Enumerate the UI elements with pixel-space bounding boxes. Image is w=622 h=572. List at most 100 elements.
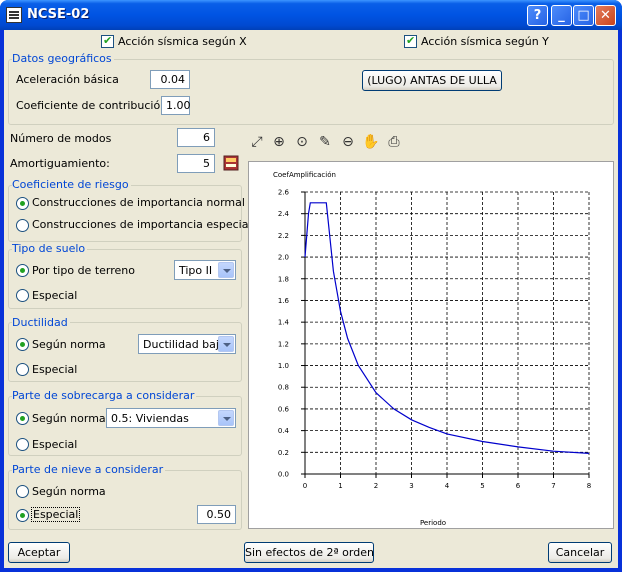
maximize-icon: □ bbox=[577, 8, 590, 23]
y-tick-label: 0.6 bbox=[278, 405, 290, 413]
app-icon bbox=[6, 7, 22, 23]
accion-y-label: Acción sísmica según Y bbox=[421, 35, 549, 48]
riesgo-normal-label: Construcciones de importancia normal bbox=[32, 196, 245, 209]
measure-icon[interactable]: ✎ bbox=[316, 133, 334, 151]
x-tick-label: 1 bbox=[338, 482, 342, 490]
chevron-down-icon bbox=[218, 262, 234, 278]
zoom-window-icon[interactable]: ⊕ bbox=[270, 133, 288, 151]
riesgo-especial-label: Construcciones de importancia especial bbox=[32, 218, 252, 231]
riesgo-group bbox=[8, 185, 242, 242]
x-tick-label: 6 bbox=[516, 482, 521, 490]
close-icon: ✕ bbox=[600, 8, 611, 23]
amortiguamiento-input[interactable]: 5 bbox=[177, 154, 215, 173]
dialog-window: NCSE-02 ? _ □ ✕ Acción sísmica según X A… bbox=[0, 0, 622, 572]
tipo-suelo-select[interactable]: Tipo II bbox=[174, 260, 236, 280]
modos-input[interactable]: 6 bbox=[177, 128, 215, 147]
y-tick-label: 0.8 bbox=[278, 384, 289, 392]
zoom-out-icon[interactable]: ⊖ bbox=[339, 133, 357, 151]
ductilidad-especial-radio[interactable] bbox=[16, 363, 29, 376]
coef-contribucion-label: Coeficiente de contribución bbox=[16, 99, 168, 112]
y-tick-label: 1.8 bbox=[278, 275, 289, 283]
pan-hand-icon[interactable]: ✋ bbox=[362, 133, 380, 151]
spectrum-chart-panel: CoefAmplificación Periodo 0 1 2 3 4 5 6 7 8 0.0 0.… bbox=[248, 161, 614, 529]
ductilidad-especial-label: Especial bbox=[32, 363, 78, 376]
nieve-title: Parte de nieve a considerar bbox=[12, 463, 166, 476]
sobrecarga-especial-label: Especial bbox=[32, 438, 78, 451]
y-tick-label: 2.6 bbox=[278, 189, 290, 197]
zoom-2x-icon[interactable]: ⊙ bbox=[293, 133, 311, 151]
accion-x-label: Acción sísmica según X bbox=[118, 35, 247, 48]
nieve-especial-radio[interactable] bbox=[16, 509, 29, 522]
ductilidad-norma-label: Según norma bbox=[32, 338, 106, 351]
sobrecarga-norma-label: Según norma bbox=[32, 412, 106, 425]
riesgo-title: Coeficiente de riesgo bbox=[12, 178, 131, 191]
sobrecarga-select[interactable]: 0.5: Viviendas bbox=[106, 408, 236, 428]
amortiguamiento-label: Amortiguamiento: bbox=[10, 157, 110, 170]
tipo-suelo-value: Tipo II bbox=[179, 264, 213, 277]
help-button[interactable]: ? bbox=[527, 5, 548, 26]
riesgo-especial-radio[interactable] bbox=[16, 219, 29, 232]
y-tick-label: 1.2 bbox=[278, 340, 289, 348]
aceptar-button[interactable]: Aceptar bbox=[8, 542, 70, 563]
sobrecarga-title: Parte de sobrecarga a considerar bbox=[12, 389, 197, 402]
accion-x-checkbox[interactable] bbox=[101, 34, 114, 48]
chevron-down-icon bbox=[218, 336, 234, 352]
spectrum-chart: CoefAmplificación Periodo 0 1 2 3 4 5 6 7 8 0.0 0.… bbox=[273, 171, 591, 527]
print-icon[interactable]: ⎙ bbox=[385, 133, 403, 151]
y-tick-label: 1.4 bbox=[278, 319, 290, 327]
help-icon: ? bbox=[533, 8, 542, 23]
suelo-terreno-radio[interactable] bbox=[16, 264, 29, 277]
zoom-extents-icon[interactable]: ⤢ bbox=[248, 133, 266, 151]
chevron-down-icon bbox=[218, 410, 234, 426]
y-tick-label: 2.4 bbox=[278, 210, 290, 218]
aceleracion-label: Aceleración básica bbox=[16, 73, 119, 86]
y-tick-label: 2.0 bbox=[278, 254, 289, 262]
sin-efectos-button[interactable]: Sin efectos de 2ª orden bbox=[244, 542, 374, 563]
minimize-button[interactable]: _ bbox=[551, 5, 572, 26]
maximize-button[interactable]: □ bbox=[573, 5, 594, 26]
x-tick-label: 8 bbox=[587, 482, 591, 490]
x-tick-label: 4 bbox=[445, 482, 450, 490]
nieve-especial-label: Especial bbox=[31, 507, 81, 522]
coef-contribucion-input[interactable]: 1.00 bbox=[161, 96, 191, 115]
ductilidad-title: Ductilidad bbox=[12, 316, 70, 329]
suelo-especial-radio[interactable] bbox=[16, 289, 29, 302]
x-tick-label: 5 bbox=[480, 482, 484, 490]
riesgo-normal-radio[interactable] bbox=[16, 197, 29, 210]
ductilidad-value: Ductilidad baja bbox=[143, 338, 226, 351]
chart-xlabel: Periodo bbox=[420, 519, 446, 527]
y-tick-label: 0.2 bbox=[278, 449, 289, 457]
accion-y-checkbox[interactable] bbox=[404, 34, 417, 48]
sobrecarga-norma-radio[interactable] bbox=[16, 412, 29, 425]
ductilidad-norma-radio[interactable] bbox=[16, 338, 29, 351]
book-icon bbox=[223, 155, 239, 171]
cancelar-button[interactable]: Cancelar bbox=[548, 542, 612, 563]
location-button[interactable]: (LUGO) ANTAS DE ULLA bbox=[362, 70, 502, 91]
sobrecarga-value: 0.5: Viviendas bbox=[111, 412, 189, 425]
dialog-client: Acción sísmica según X Acción sísmica se… bbox=[4, 30, 618, 568]
x-tick-label: 7 bbox=[551, 482, 555, 490]
sobrecarga-especial-radio[interactable] bbox=[16, 438, 29, 451]
x-tick-label: 0 bbox=[303, 482, 307, 490]
close-button[interactable]: ✕ bbox=[595, 5, 616, 26]
y-tick-label: 0.4 bbox=[278, 427, 290, 435]
x-tick-label: 3 bbox=[409, 482, 413, 490]
suelo-especial-label: Especial bbox=[32, 289, 78, 302]
y-tick-label: 0.0 bbox=[278, 471, 289, 479]
y-tick-label: 2.2 bbox=[278, 232, 289, 240]
suelo-terreno-label: Por tipo de terreno bbox=[32, 264, 135, 277]
y-tick-label: 1.6 bbox=[278, 297, 290, 305]
datos-geograficos-title: Datos geográficos bbox=[12, 52, 114, 65]
y-tick-label: 1.0 bbox=[278, 362, 289, 370]
modos-label: Número de modos bbox=[10, 132, 112, 145]
datos-geograficos-group bbox=[8, 59, 614, 125]
suelo-title: Tipo de suelo bbox=[12, 242, 88, 255]
nieve-especial-input[interactable]: 0.50 bbox=[197, 505, 236, 524]
x-tick-label: 2 bbox=[374, 482, 378, 490]
nieve-norma-radio[interactable] bbox=[16, 485, 29, 498]
amortiguamiento-book-button[interactable] bbox=[222, 153, 242, 173]
ductilidad-select[interactable]: Ductilidad baja bbox=[138, 334, 236, 354]
window-title: NCSE-02 bbox=[27, 7, 90, 22]
title-bar[interactable]: NCSE-02 ? _ □ ✕ bbox=[0, 0, 622, 30]
aceleracion-input[interactable]: 0.04 bbox=[150, 70, 190, 89]
